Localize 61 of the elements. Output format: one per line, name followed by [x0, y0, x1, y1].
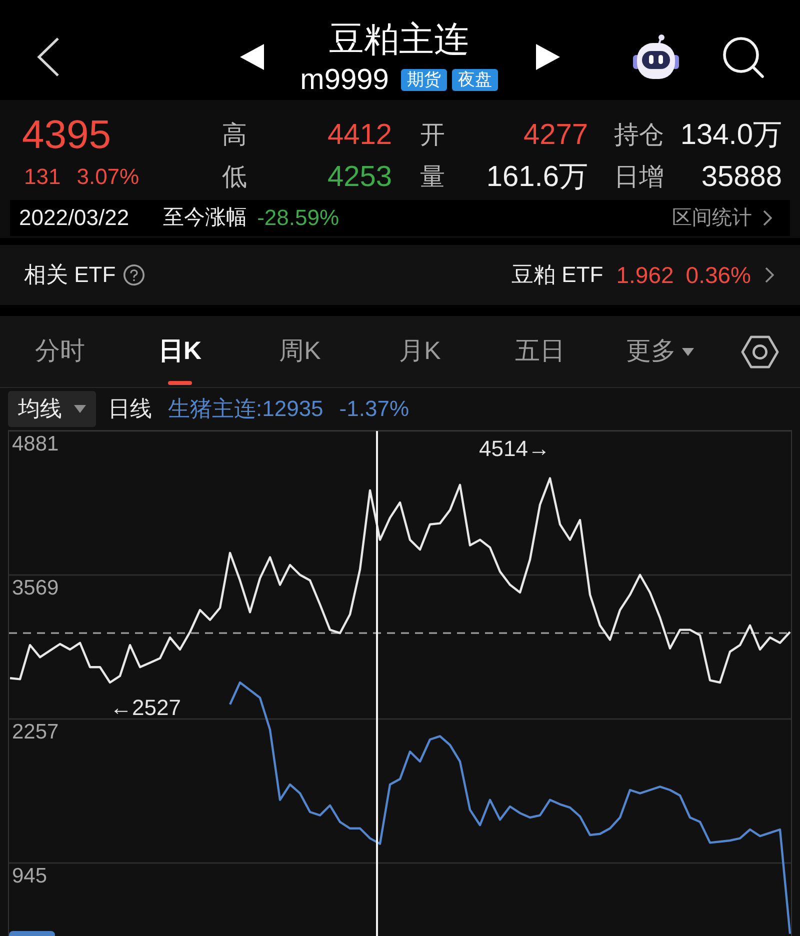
- etf-name[interactable]: 豆粕 ETF: [512, 262, 604, 288]
- stat-value: 4412: [327, 119, 392, 151]
- stat-label: 高: [222, 120, 247, 150]
- stat-value: 35888: [701, 161, 782, 193]
- axis-label: 2257: [12, 720, 59, 744]
- stat-value: 134.0万: [680, 119, 782, 151]
- indicator-dropdown[interactable]: 均线: [8, 391, 96, 427]
- section-label: 相关 ETF: [24, 262, 116, 288]
- chevron-right-icon[interactable]: [765, 267, 774, 283]
- range-statistics-link[interactable]: 区间统计: [672, 205, 752, 231]
- help-button[interactable]: [122, 263, 146, 287]
- axis-label: 945: [12, 864, 48, 888]
- contract-code: m9999: [300, 64, 389, 94]
- period-tab[interactable]: 更多: [626, 316, 694, 387]
- last-price: 4395: [22, 113, 111, 157]
- settings-icon: [741, 334, 779, 370]
- axis-label: 4881: [12, 432, 59, 456]
- change-label: 至今涨幅: [163, 205, 248, 231]
- market-tag: 夜盘: [452, 68, 498, 90]
- robot-icon: [632, 34, 680, 80]
- market-tag: 期货: [400, 68, 447, 90]
- etf-price: 1.962: [616, 262, 674, 288]
- legend-change: -1.37%: [339, 396, 410, 422]
- previous-button[interactable]: [240, 44, 264, 70]
- stat-value: 4253: [327, 161, 392, 193]
- assistant-button[interactable]: [632, 34, 680, 80]
- axis-label: 3569: [12, 576, 59, 600]
- period-tab[interactable]: 月K: [399, 316, 441, 387]
- stat-value: 4277: [523, 119, 588, 151]
- extreme-value-label: 4514→: [479, 436, 550, 461]
- stat-value: 161.6万: [486, 161, 588, 193]
- next-button[interactable]: [536, 44, 560, 70]
- percent-change: 3.07%: [76, 164, 140, 190]
- settings-button[interactable]: [741, 334, 779, 370]
- legend-label: 日线: [108, 396, 152, 422]
- price-change: 131: [24, 164, 61, 190]
- stat-label: 低: [222, 162, 247, 192]
- period-tab[interactable]: 五日: [515, 316, 565, 387]
- triangle-left-icon: [240, 44, 264, 70]
- period-tab[interactable]: 日K: [158, 316, 202, 387]
- back-button[interactable]: [37, 36, 60, 76]
- triangle-right-icon: [536, 44, 560, 70]
- chevron-left-icon: [37, 36, 60, 76]
- change-since-date: -28.59%: [257, 205, 340, 231]
- period-tab[interactable]: 分时: [35, 316, 85, 387]
- extreme-value-label: ←2527: [110, 694, 181, 720]
- search-icon: [722, 36, 764, 78]
- stat-label: 量: [420, 162, 445, 192]
- stat-label: 开: [420, 120, 445, 150]
- etf-change: 0.36%: [686, 262, 751, 288]
- start-date: 2022/03/22: [19, 205, 130, 231]
- instrument-title: 豆粕主连: [328, 18, 469, 60]
- legend-label: 生猪主连:12935: [168, 396, 324, 422]
- stat-label: 日增: [614, 162, 664, 192]
- partial-button[interactable]: [9, 931, 55, 936]
- selected-underline: [168, 381, 192, 385]
- stat-label: 持仓: [614, 120, 664, 150]
- search-button[interactable]: [722, 36, 764, 78]
- period-tab[interactable]: 周K: [279, 316, 321, 387]
- caret-down-icon: [74, 405, 86, 413]
- chevron-right-icon[interactable]: [763, 210, 772, 226]
